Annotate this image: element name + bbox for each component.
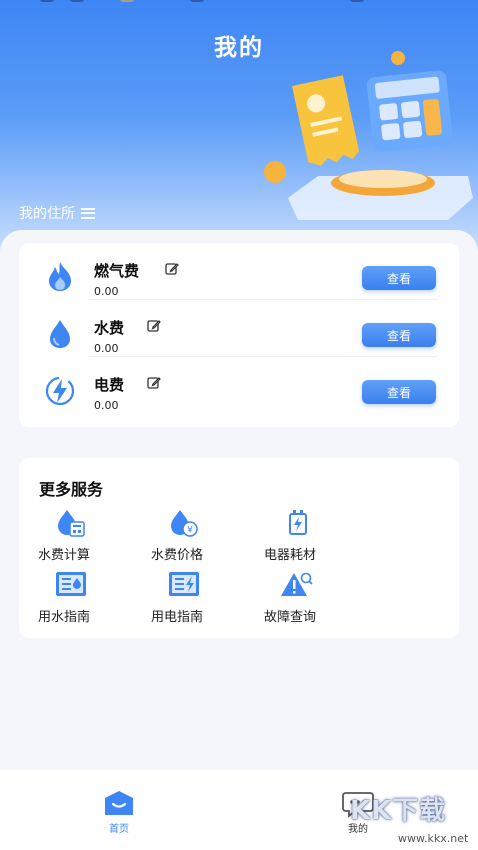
water-guide-icon: [56, 572, 86, 596]
flame-icon: [49, 262, 71, 291]
tab-label: 首页: [109, 824, 129, 835]
bill-row-water[interactable]: 水费 0.00 查看: [19, 300, 459, 357]
bill-list-card: 燃气费 0.00 查看 水费 0.00 查看 电费 0.00 查看: [19, 243, 459, 427]
service-fault-search[interactable]: 故障查询: [264, 570, 374, 626]
residence-label: 我的住所: [19, 206, 75, 222]
water-drop-icon: [50, 320, 70, 348]
bill-name: 电费: [94, 376, 125, 394]
electric-guide-icon: [169, 572, 199, 596]
watermark-url: www.kkx.net: [398, 832, 469, 845]
service-water-price[interactable]: ¥ 水费价格: [151, 508, 261, 564]
service-label: 故障查询: [264, 610, 317, 625]
service-label: 电器耗材: [264, 548, 317, 563]
service-electric-guide[interactable]: 用电指南: [151, 570, 261, 626]
lightning-icon: [45, 376, 75, 406]
water-calculator-icon: [58, 510, 85, 537]
bills-calculator-illustration: [264, 51, 473, 220]
bill-name: 水费: [94, 319, 125, 337]
tab-home[interactable]: 首页: [89, 790, 149, 840]
service-label: 用电指南: [151, 610, 204, 625]
residence-selector[interactable]: 我的住所: [19, 203, 95, 223]
view-gas-button[interactable]: 查看: [362, 266, 436, 290]
view-electricity-button[interactable]: 查看: [362, 380, 436, 404]
edit-icon[interactable]: [165, 262, 179, 276]
bill-row-gas[interactable]: 燃气费 0.00 查看: [19, 243, 459, 300]
water-price-icon: ¥: [171, 510, 198, 537]
view-water-button[interactable]: 查看: [362, 323, 436, 347]
service-label: 水费价格: [151, 548, 204, 563]
bill-amount: 0.00: [94, 399, 119, 412]
edit-icon[interactable]: [147, 319, 161, 333]
service-label: 用水指南: [38, 610, 91, 625]
watermark-logo: KK下载: [350, 796, 447, 826]
fault-search-icon: [281, 572, 313, 596]
service-appliance[interactable]: 电器耗材: [264, 508, 374, 564]
service-water-guide[interactable]: 用水指南: [38, 570, 148, 626]
service-water-calculation[interactable]: 水费计算: [38, 508, 148, 564]
svg-text:¥: ¥: [187, 526, 193, 536]
edit-icon[interactable]: [147, 376, 161, 390]
appliance-icon: [289, 510, 307, 535]
service-label: 水费计算: [38, 548, 91, 563]
bill-row-electricity[interactable]: 电费 0.00 查看: [19, 357, 459, 414]
bill-amount: 0.00: [94, 285, 119, 298]
status-bar: [30, 0, 450, 6]
home-icon: [105, 791, 133, 815]
services-title: 更多服务: [39, 480, 104, 499]
hero-header: 我的 我的住所: [0, 0, 478, 260]
bill-name: 燃气费: [94, 262, 140, 280]
menu-icon: [81, 207, 95, 219]
more-services-card: 更多服务 水费计算 ¥ 水费价格 电器耗材 用水指南 用电指南 故障查询: [19, 458, 459, 638]
bill-amount: 0.00: [94, 342, 119, 355]
